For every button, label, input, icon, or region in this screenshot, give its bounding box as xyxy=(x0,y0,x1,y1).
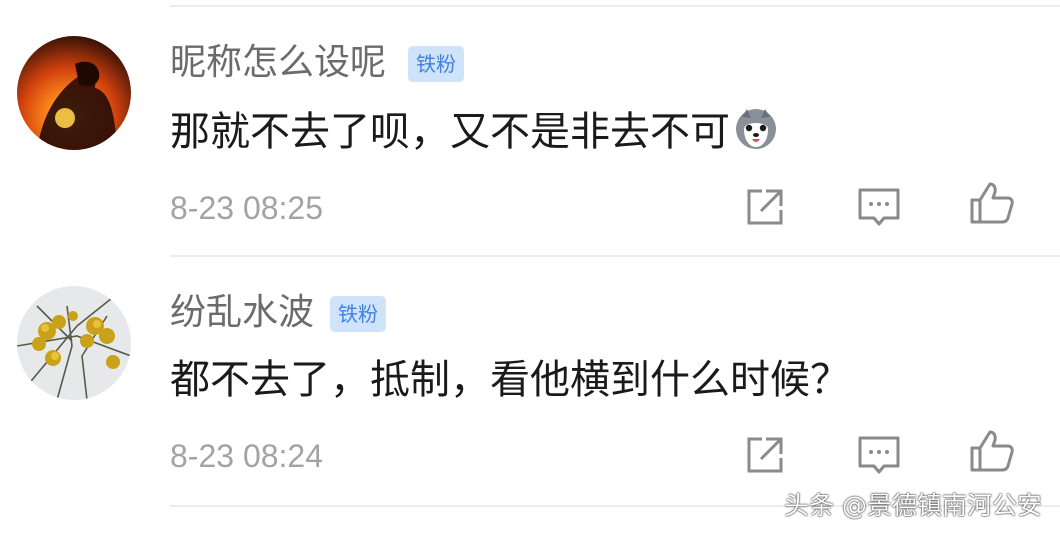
avatar[interactable] xyxy=(17,286,131,400)
watermark: 头条 @景德镇南河公安 xyxy=(784,491,1042,520)
comment-time: 8-23 08:24 xyxy=(170,438,324,474)
fan-badge: 铁粉 xyxy=(330,296,386,332)
comment-text: 那就不去了呗，又不是非去不可 xyxy=(170,107,778,152)
fan-badge: 铁粉 xyxy=(408,46,464,82)
username[interactable]: 昵称怎么设呢 xyxy=(170,45,386,81)
comment-text: 都不去了，抵制，看他横到什么时候？ xyxy=(170,357,850,403)
reply-icon[interactable] xyxy=(856,184,902,230)
comment-item: 纷乱水波 铁粉 都不去了，抵制，看他横到什么时候？ 8-23 08:24 xyxy=(0,250,1060,490)
like-icon[interactable] xyxy=(968,180,1014,226)
comment-time: 8-23 08:25 xyxy=(170,190,324,226)
share-icon[interactable] xyxy=(742,184,788,230)
like-icon[interactable] xyxy=(968,428,1014,474)
username[interactable]: 纷乱水波 xyxy=(170,295,314,331)
reply-icon[interactable] xyxy=(856,432,902,478)
husky-face-emoji-icon xyxy=(734,107,778,151)
avatar[interactable] xyxy=(17,36,131,150)
share-icon[interactable] xyxy=(742,432,788,478)
comment-text-body: 那就不去了呗，又不是非去不可 xyxy=(170,109,730,155)
comment-item: 昵称怎么设呢 铁粉 那就不去了呗，又不是非去不可 8-23 08:25 xyxy=(0,0,1060,240)
